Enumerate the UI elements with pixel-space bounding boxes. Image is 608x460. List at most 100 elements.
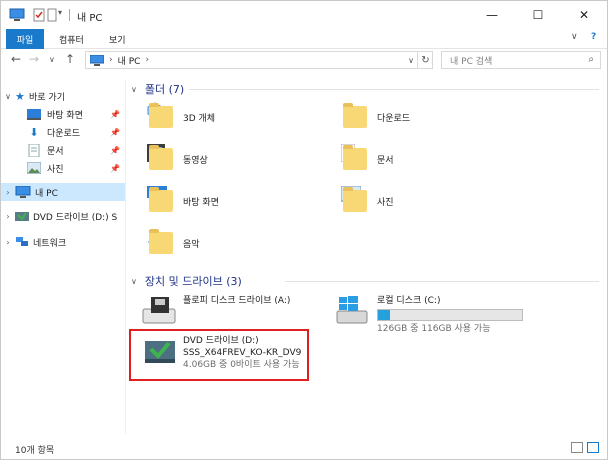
folder-label: 다운로드: [377, 113, 411, 124]
collapsed-chevron-icon[interactable]: ›: [1, 212, 15, 221]
music-folder-icon: ♪: [147, 228, 177, 258]
sidebar-item-downloads[interactable]: ⬇ 다운로드 📌: [1, 123, 125, 141]
collapsed-chevron-icon[interactable]: ›: [1, 238, 15, 247]
pin-icon[interactable]: 📌: [110, 110, 120, 119]
search-placeholder: 내 PC 검색: [450, 56, 493, 67]
dvd-drive-icon: [15, 212, 29, 221]
new-folder-icon[interactable]: [47, 8, 57, 22]
folder-item-3d-objects[interactable]: 3D 개체: [147, 97, 215, 137]
customize-toolbar-icon[interactable]: ▾: [58, 8, 62, 22]
sidebar-item-this-pc[interactable]: › 내 PC: [1, 183, 125, 201]
help-icon[interactable]: ?: [591, 32, 596, 42]
folder-item-documents[interactable]: 문서: [340, 139, 394, 179]
documents-icon: [28, 143, 40, 157]
close-button[interactable]: ✕: [561, 1, 607, 29]
up-button[interactable]: ↑: [65, 52, 75, 66]
refresh-icon[interactable]: ↻: [417, 51, 433, 69]
title-separator: [69, 9, 70, 21]
search-box[interactable]: 내 PC 검색 ⌕: [441, 51, 601, 69]
this-pc-icon: [15, 186, 31, 198]
navigation-bar: ← → ∨ ↑ › 내 PC › ∨ ↻ 내 PC 검색 ⌕: [1, 49, 607, 71]
pane-splitter[interactable]: [125, 79, 126, 434]
tab-file[interactable]: 파일: [6, 29, 44, 49]
ribbon-expand-icon[interactable]: ∨: [571, 32, 578, 42]
breadcrumb-chevron-icon[interactable]: ›: [145, 55, 149, 65]
selection-highlight: [129, 329, 309, 381]
windows-disk-icon: [335, 295, 371, 331]
forward-button[interactable]: →: [29, 52, 39, 66]
drive-item-local-disk[interactable]: 로컬 디스크 (C:) 126GB 중 116GB 사용 가능: [335, 295, 523, 335]
folder-item-music[interactable]: ♪ 음악: [147, 223, 200, 263]
desktop-icon: [27, 108, 41, 120]
window-title: 내 PC: [77, 13, 103, 24]
search-icon[interactable]: ⌕: [588, 54, 594, 65]
group-title: 폴더 (7): [144, 83, 185, 96]
folder-label: 사진: [377, 197, 394, 208]
sidebar-item-documents[interactable]: 문서 📌: [1, 141, 125, 159]
folders-group-header[interactable]: ∨ 폴더 (7): [131, 81, 184, 97]
sidebar-item-dvd-drive[interactable]: › DVD 드라이브 (D:) S: [1, 207, 125, 225]
sidebar-label: 바탕 화면: [47, 110, 83, 121]
sidebar-label: 바로 가기: [29, 92, 65, 103]
folder-item-pictures[interactable]: 사진: [340, 181, 394, 221]
sidebar-item-network[interactable]: › 네트워크: [1, 233, 125, 251]
videos-folder-icon: [147, 144, 177, 174]
address-bar[interactable]: › 내 PC ›: [85, 51, 433, 69]
folder-label: 문서: [377, 155, 394, 166]
drive-name: 플로피 디스크 드라이브 (A:): [183, 296, 291, 306]
recent-locations-button[interactable]: ∨: [49, 55, 55, 64]
drive-free-space: 126GB 중 116GB 사용 가능: [377, 324, 491, 334]
this-pc-icon[interactable]: [9, 8, 25, 22]
folder-item-videos[interactable]: 동영상: [147, 139, 208, 179]
properties-icon[interactable]: [33, 8, 45, 22]
large-icons-view-icon[interactable]: [587, 442, 599, 453]
pictures-icon: [27, 162, 41, 174]
group-divider: [285, 281, 599, 282]
collapsed-chevron-icon[interactable]: ›: [1, 188, 15, 197]
title-bar: ▾ 내 PC — ☐ ✕: [1, 1, 607, 29]
expanded-chevron-icon[interactable]: ∨: [1, 92, 15, 101]
expanded-chevron-icon[interactable]: ∨: [131, 85, 137, 94]
sidebar-label: 사진: [47, 164, 64, 175]
drives-group-header[interactable]: ∨ 장치 및 드라이브 (3): [131, 273, 242, 289]
pin-icon[interactable]: 📌: [110, 164, 120, 173]
sidebar-item-desktop[interactable]: 바탕 화면 📌: [1, 105, 125, 123]
sidebar-label: 네트워크: [33, 238, 67, 249]
minimize-button[interactable]: —: [469, 1, 515, 29]
folder-label: 음악: [183, 239, 200, 250]
details-view-icon[interactable]: [571, 442, 583, 453]
back-button[interactable]: ←: [11, 52, 21, 66]
explorer-window: ▾ 내 PC — ☐ ✕ 파일 컴퓨터 보기 ∨ ? ← → ∨ ↑ › 내 P…: [0, 0, 608, 460]
network-icon: [16, 237, 28, 246]
ribbon-tabs: 파일 컴퓨터 보기 ∨ ?: [1, 29, 607, 49]
floppy-drive-icon: [141, 295, 177, 331]
sidebar-label: DVD 드라이브 (D:) S: [33, 212, 118, 223]
pin-icon[interactable]: 📌: [110, 128, 120, 137]
sidebar-item-quick-access[interactable]: ∨ ★ 바로 가기: [1, 87, 125, 105]
group-title: 장치 및 드라이브 (3): [144, 275, 242, 288]
expanded-chevron-icon[interactable]: ∨: [131, 277, 137, 286]
status-bar: 10개 항목: [1, 437, 607, 459]
sidebar-item-pictures[interactable]: 사진 📌: [1, 159, 125, 177]
tab-computer[interactable]: 컴퓨터: [59, 33, 84, 46]
drive-item-floppy[interactable]: 플로피 디스크 드라이브 (A:): [141, 295, 290, 331]
sidebar-label: 내 PC: [35, 188, 58, 199]
tab-view[interactable]: 보기: [109, 33, 126, 46]
drive-name: 로컬 디스크 (C:): [377, 296, 441, 306]
folder-item-desktop[interactable]: 바탕 화면: [147, 181, 219, 221]
sidebar-label: 다운로드: [47, 128, 81, 139]
folder-label: 동영상: [183, 155, 208, 166]
pin-icon[interactable]: 📌: [110, 146, 120, 155]
desktop-folder-icon: [147, 186, 177, 216]
3d-objects-folder-icon: [147, 102, 177, 132]
maximize-button[interactable]: ☐: [515, 1, 561, 29]
breadcrumb-chevron-icon[interactable]: ›: [109, 55, 113, 65]
address-dropdown-icon[interactable]: ∨: [405, 51, 417, 69]
breadcrumb-this-pc[interactable]: 내 PC: [118, 54, 141, 67]
downloads-folder-icon: ⬇: [341, 102, 371, 132]
folder-item-downloads[interactable]: ⬇ 다운로드: [341, 97, 410, 137]
navigation-pane: ∨ ★ 바로 가기 바탕 화면 📌 ⬇ 다운로드 📌 문서 📌 사진 📌 › 내…: [1, 79, 125, 434]
folder-label: 3D 개체: [183, 113, 216, 124]
item-count: 10개 항목: [15, 446, 55, 456]
disk-usage-fill: [378, 310, 390, 320]
